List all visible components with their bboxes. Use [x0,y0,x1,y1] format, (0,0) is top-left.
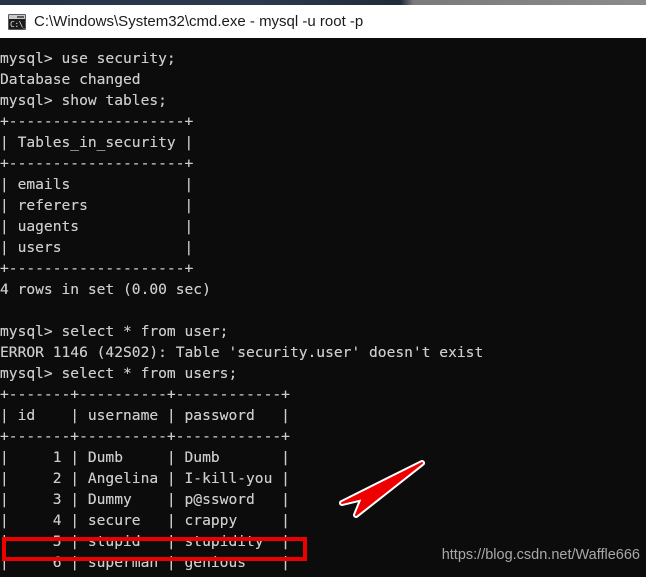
cmd-icon-prompt-glyph: C:\_ [10,19,26,29]
watermark: https://blog.csdn.net/Waffle666 [441,547,640,563]
window-title: C:\Windows\System32\cmd.exe - mysql -u r… [34,13,364,30]
terminal-screen[interactable]: mysql> use security; Database changed my… [0,38,646,577]
cmd-icon: C:\_ [8,13,26,30]
cmd-window: C:\_ C:\Windows\System32\cmd.exe - mysql… [0,0,646,577]
console-output: mysql> use security; Database changed my… [0,50,484,577]
titlebar[interactable]: C:\_ C:\Windows\System32\cmd.exe - mysql… [0,5,646,38]
